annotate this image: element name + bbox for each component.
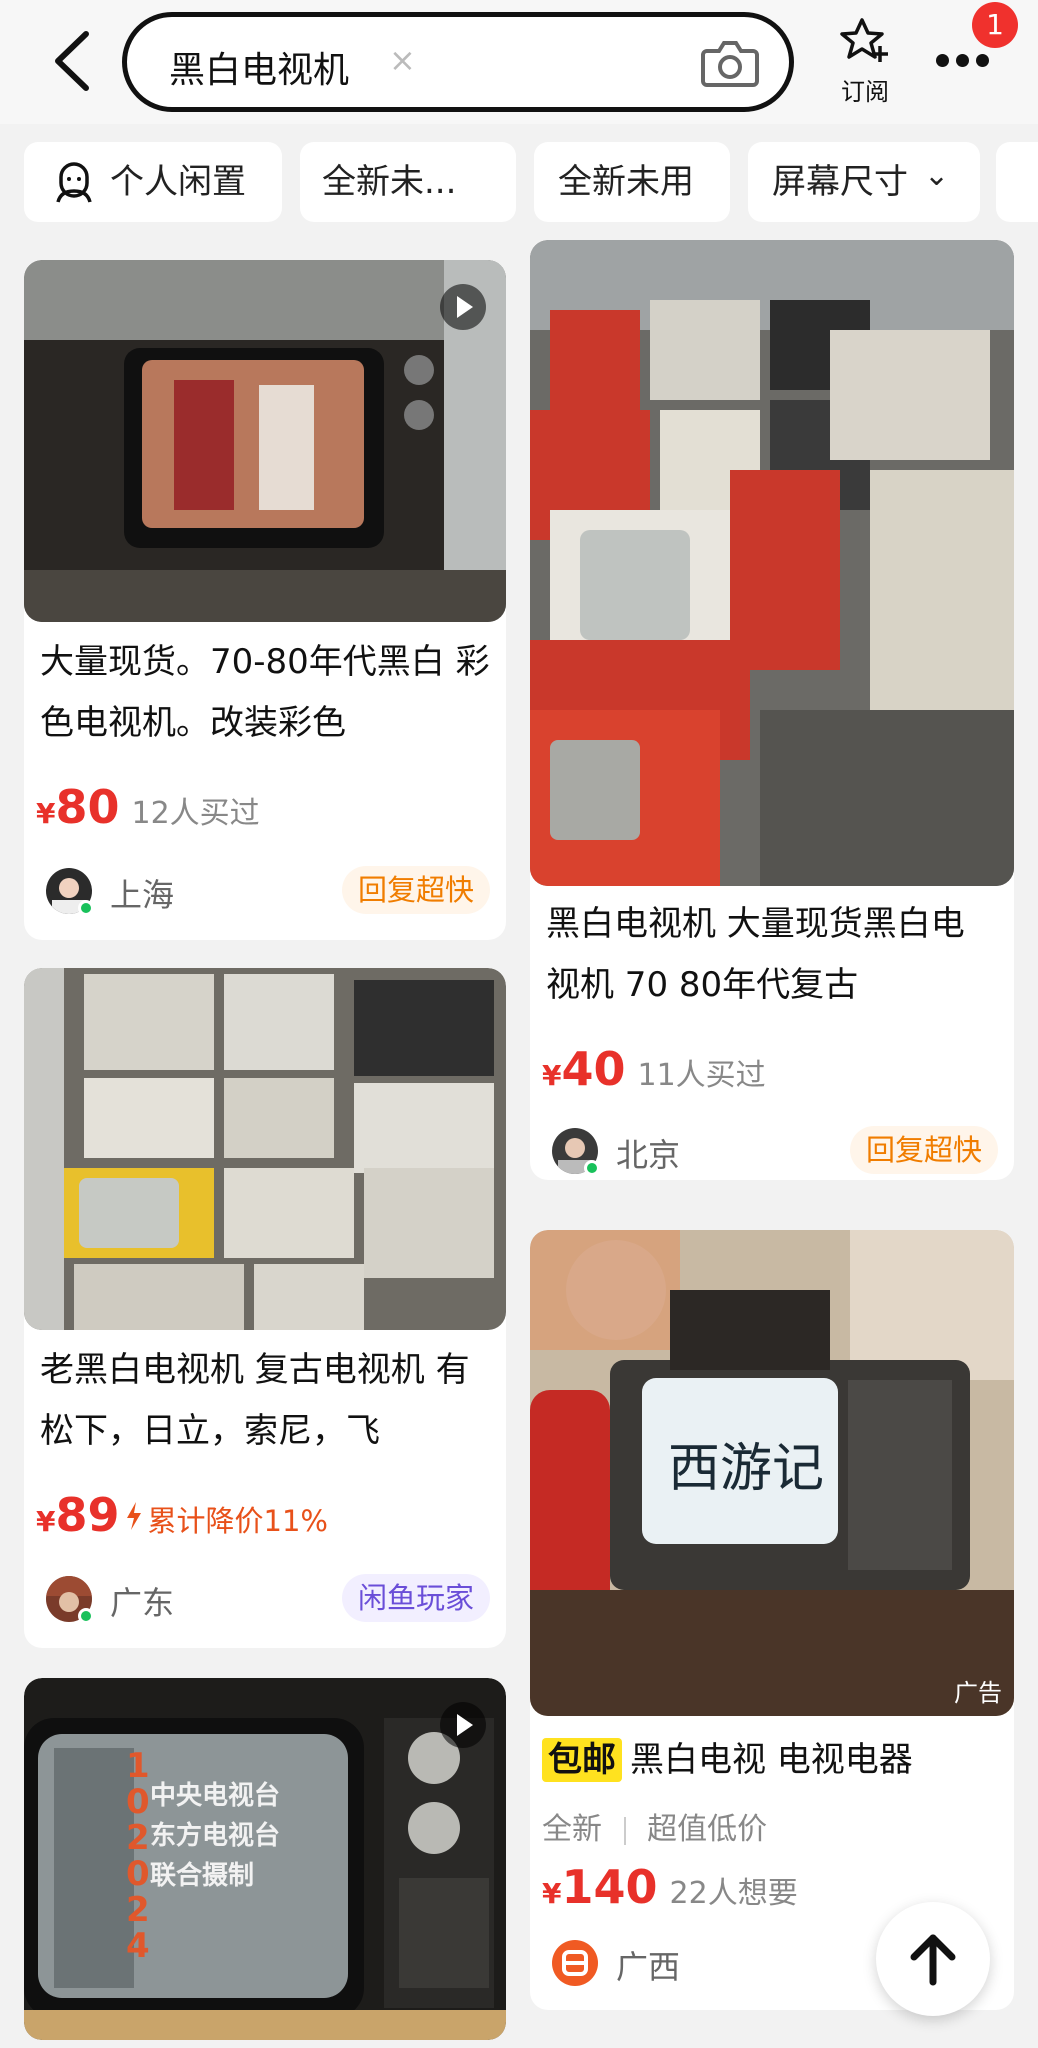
free-shipping-badge: 包邮 <box>542 1738 622 1782</box>
screen-caption: 中央电视台 东方电视台 联合摄制 <box>150 1776 280 1896</box>
more-dots-icon[interactable] <box>936 52 1000 72</box>
screen-text: 西游记 <box>667 1439 824 1499</box>
price-row: ¥ 140 22人想要 <box>542 1860 798 1914</box>
product-image[interactable] <box>24 260 506 622</box>
reply-fast-badge: 回复超快 <box>341 866 490 914</box>
top-bar: 黑白电视机 × 订阅 1 <box>0 0 1038 124</box>
price-drop-text: 累计降价11% <box>147 1504 328 1538</box>
online-dot <box>584 1160 600 1176</box>
online-dot <box>78 1608 94 1624</box>
product-title: 老黑白电视机 复古电视机 有松下，日立，索尼，飞 <box>40 1350 470 1451</box>
arrow-up-icon <box>910 1934 956 1986</box>
product-card[interactable]: 大量现货。70-80年代黑白 彩色电视机。改装彩色 ¥ 80 12人买过 上海 … <box>24 260 506 940</box>
filter-chip-personal[interactable]: 个人闲置 <box>24 142 282 222</box>
search-box[interactable]: 黑白电视机 × <box>122 12 794 112</box>
ad-label: 广告 <box>954 1679 1002 1707</box>
condition-note: 超值低价 <box>647 1812 768 1847</box>
seller-city: 上海 <box>110 876 175 914</box>
seller-row: 上海 回复超快 <box>36 864 494 920</box>
currency-symbol: ¥ <box>36 797 56 830</box>
product-card[interactable]: 中央电视台 东方电视台 联合摄制 10 2024 <box>24 1678 506 2040</box>
seller-row: 北京 回复超快 <box>542 1124 1002 1180</box>
back-to-top-button[interactable] <box>876 1902 990 2016</box>
product-image[interactable]: 西游记 广告 <box>530 1230 1014 1716</box>
seller-row: 广东 闲鱼玩家 <box>36 1572 494 1628</box>
filter-chip-screen-size[interactable]: 屏幕尺寸 ⌄ <box>748 142 980 222</box>
product-title: 大量现货。70-80年代黑白 彩色电视机。改装彩色 <box>40 642 490 743</box>
product-title-row: 包邮 黑白电视 电视电器 <box>542 1730 998 1791</box>
product-image[interactable] <box>24 968 506 1330</box>
lightning-icon <box>126 1502 141 1530</box>
video-play-icon <box>440 284 486 330</box>
price-row: ¥ 80 12人买过 <box>36 780 260 834</box>
chevron-down-icon: ⌄ <box>924 158 950 193</box>
product-title: 黑白电视机 大量现货黑白电视机 70 80年代复古 <box>546 904 965 1005</box>
condition-row: 全新 超值低价 <box>542 1804 767 1848</box>
price-value: 40 <box>561 1042 626 1096</box>
price-row: ¥ 40 11人买过 <box>542 1042 766 1096</box>
price-value: 80 <box>55 780 120 834</box>
filter-bar: 个人闲置 全新未... 全新未用 屏幕尺寸 ⌄ <box>0 124 1038 234</box>
person-icon <box>56 162 92 203</box>
product-title: 黑白电视 电视电器 <box>630 1740 913 1780</box>
divider <box>623 1816 626 1845</box>
currency-symbol: ¥ <box>542 1059 562 1092</box>
filter-chip-label: 屏幕尺寸 <box>772 162 908 202</box>
currency-symbol: ¥ <box>36 1505 56 1538</box>
store-logo-icon[interactable] <box>552 1940 598 1986</box>
clear-icon[interactable]: × <box>389 41 416 79</box>
price-value: 89 <box>55 1488 120 1542</box>
notification-badge: 1 <box>972 2 1018 48</box>
date-overlay: 10 2024 <box>126 1746 150 1966</box>
video-play-icon <box>440 1702 486 1748</box>
screen-caption-line: 东方电视台 <box>150 1821 281 1851</box>
product-card[interactable]: 黑白电视机 大量现货黑白电视机 70 80年代复古 ¥ 40 11人买过 北京 … <box>530 240 1014 1180</box>
price-row: ¥ 89 累计降价11% <box>36 1488 328 1542</box>
subscribe-button[interactable]: 订阅 <box>830 16 900 107</box>
product-image[interactable] <box>530 240 1014 886</box>
condition-label: 全新 <box>542 1812 602 1847</box>
camera-icon[interactable] <box>701 37 759 89</box>
reply-fast-badge: 回复超快 <box>849 1126 998 1174</box>
seller-city: 广西 <box>616 1948 681 1986</box>
online-dot <box>78 900 94 916</box>
sales-count: 11人买过 <box>637 1058 766 1093</box>
filter-chip-label: 全新未用 <box>558 162 694 202</box>
star-plus-icon <box>840 18 888 62</box>
ad-product-card[interactable]: 西游记 广告 包邮 黑白电视 电视电器 全新 超值低价 ¥ 140 22人想要 广… <box>530 1230 1014 2010</box>
filter-chip-label: 个人闲置 <box>110 162 246 202</box>
currency-symbol: ¥ <box>542 1877 562 1910</box>
screen-caption-line: 联合摄制 <box>150 1861 255 1891</box>
filter-chip-new-unused-short[interactable]: 全新未... <box>300 142 516 222</box>
filter-chip-label: 全新未... <box>322 162 457 202</box>
player-badge: 闲鱼玩家 <box>341 1574 490 1622</box>
search-query[interactable]: 黑白电视机 <box>169 41 349 93</box>
seller-city: 广东 <box>110 1584 175 1622</box>
seller-city: 北京 <box>616 1136 681 1174</box>
want-count: 22人想要 <box>669 1876 798 1911</box>
filter-chip-next[interactable] <box>996 142 1038 222</box>
sales-count: 12人买过 <box>131 796 260 831</box>
product-card[interactable]: 老黑白电视机 复古电视机 有松下，日立，索尼，飞 ¥ 89 累计降价11% 广东… <box>24 968 506 1648</box>
screen-caption-line: 中央电视台 <box>150 1781 281 1811</box>
subscribe-label: 订阅 <box>841 78 889 106</box>
back-arrow-icon[interactable] <box>48 30 98 92</box>
price-value: 140 <box>561 1860 658 1914</box>
filter-chip-new-unused[interactable]: 全新未用 <box>534 142 730 222</box>
product-image[interactable]: 中央电视台 东方电视台 联合摄制 10 2024 <box>24 1678 506 2040</box>
